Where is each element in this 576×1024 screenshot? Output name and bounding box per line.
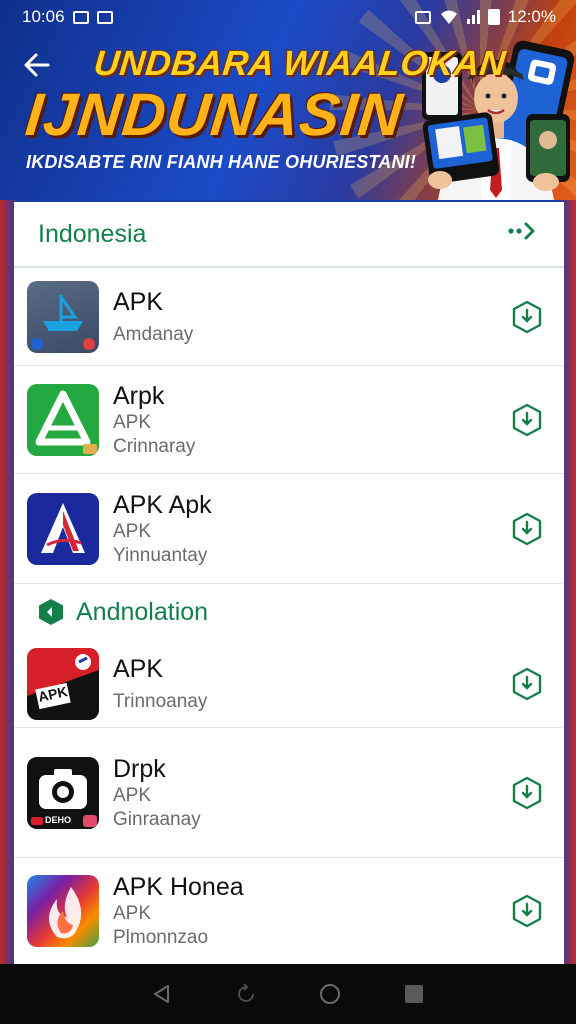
nav-back-icon[interactable] <box>151 983 173 1005</box>
download-icon[interactable] <box>512 667 542 701</box>
list-item[interactable]: DEHO Drpk APK Ginraanay <box>14 728 564 858</box>
nav-home-icon[interactable] <box>319 983 341 1005</box>
app-name: APK Honea <box>113 873 244 901</box>
download-icon[interactable] <box>512 403 542 437</box>
list-item[interactable]: APK Apk APK Yinnuantay <box>14 474 564 584</box>
app-label: APK <box>113 411 152 433</box>
app-icon-flame <box>27 875 99 947</box>
camera-icon: DEHO <box>27 756 99 829</box>
status-bar: 10:06 12:0% <box>0 0 576 34</box>
gallery-notification-icon <box>96 10 113 24</box>
system-navigation-bar <box>0 964 576 1024</box>
promo-banner: 10:06 12:0% UNDBARA WIAALOKAN IJNDUNASIN… <box>0 0 576 200</box>
status-time: 10:06 <box>22 7 65 26</box>
app-developer: Yinnuantay <box>113 544 208 566</box>
download-icon[interactable] <box>512 894 542 928</box>
download-icon[interactable] <box>512 300 542 334</box>
back-button[interactable] <box>22 50 58 86</box>
signal-icon <box>466 10 480 24</box>
app-developer: Plmonnzao <box>113 927 209 948</box>
hexagon-logo-icon <box>39 599 63 625</box>
app-name: APK <box>113 287 164 316</box>
dots-arrow-icon <box>508 222 535 240</box>
section-header-andnolation: Andnolation <box>14 584 564 640</box>
app-icon-badge: DEHO <box>45 814 72 825</box>
list-item[interactable]: APK APK Trinnoanay <box>14 640 564 728</box>
app-label: APK <box>113 520 152 542</box>
app-name: Drpk <box>113 754 166 783</box>
nav-recent-rotate-icon[interactable] <box>235 983 257 1005</box>
app-icon-boat <box>27 280 99 353</box>
wifi-icon <box>440 10 457 24</box>
app-name: APK <box>113 654 164 683</box>
section-title: Indonesia <box>38 219 147 248</box>
app-label: APK <box>113 784 152 806</box>
banner-tagline: IKDISABTE RIN FIANH HANE OHURIESTANI! <box>26 152 417 172</box>
battery-percent: 12:0% <box>507 7 556 26</box>
app-developer: Ginraanay <box>113 808 201 830</box>
app-developer: Amdanay <box>113 323 194 345</box>
app-icon-red-black: APK <box>27 647 99 720</box>
app-developer: Trinnoanay <box>113 690 208 712</box>
list-item[interactable]: APK Honea APK Plmonnzao <box>14 858 564 964</box>
section-header-indonesia: Indonesia <box>14 202 564 268</box>
app-icon-green-triangle <box>27 383 99 456</box>
arrow-left-icon <box>24 53 50 77</box>
banner-headline-top: UNDBARA WIAALOKAN <box>92 44 508 83</box>
battery-icon <box>487 9 500 25</box>
list-item[interactable]: Arpk APK Crinnaray <box>14 366 564 474</box>
nfc-icon <box>414 10 431 24</box>
download-icon[interactable] <box>512 776 542 810</box>
nav-overview-icon[interactable] <box>403 983 425 1005</box>
download-icon[interactable] <box>512 512 542 546</box>
app-developer: Crinnaray <box>113 435 196 457</box>
app-name: Arpk <box>113 381 165 410</box>
section-title: Andnolation <box>76 597 209 626</box>
app-name: APK Apk <box>113 490 212 519</box>
image-notification-icon <box>72 10 89 24</box>
see-more-link[interactable] <box>508 221 538 247</box>
banner-headline-main: IJNDUNASIN <box>22 81 407 148</box>
app-label: APK <box>113 903 152 924</box>
list-item[interactable]: APK Amdanay <box>14 268 564 366</box>
app-list-card: Indonesia APK Amdanay Arpk APK Crinnaray… <box>14 202 564 964</box>
app-icon-letter-a <box>27 492 99 565</box>
